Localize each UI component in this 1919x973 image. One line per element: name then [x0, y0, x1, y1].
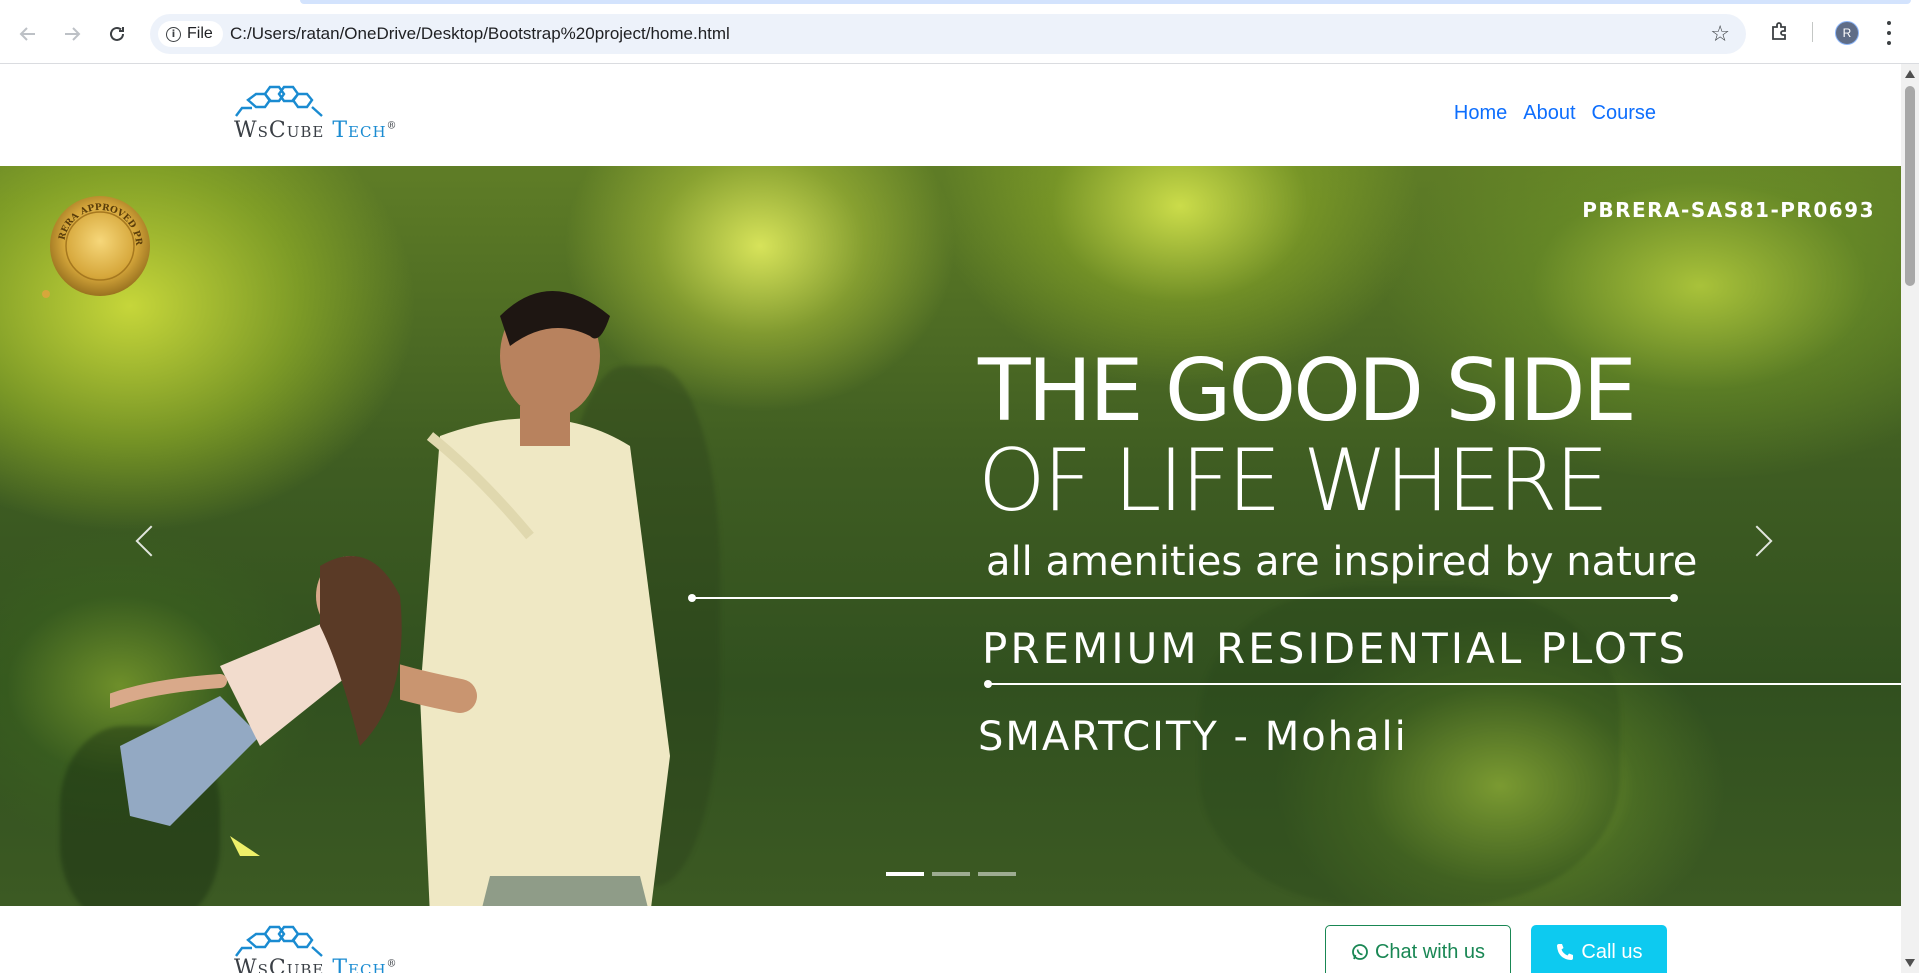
file-chip-label: File — [187, 25, 213, 42]
browser-toolbar: i File C:/Users/ratan/OneDrive/Desktop/B… — [0, 0, 1919, 64]
info-icon: i — [166, 26, 181, 42]
address-bar[interactable]: i File C:/Users/ratan/OneDrive/Desktop/B… — [150, 14, 1746, 54]
forward-button[interactable] — [58, 20, 86, 48]
chat-with-us-button[interactable]: Chat with us — [1325, 925, 1511, 973]
chevron-right-icon — [1741, 525, 1773, 557]
url-text[interactable]: C:/Users/ratan/OneDrive/Desktop/Bootstra… — [230, 24, 730, 44]
bookmark-star-icon[interactable]: ☆ — [1710, 21, 1730, 47]
chevron-left-icon — [135, 525, 167, 557]
carousel-indicators — [886, 872, 1016, 876]
footer-logo[interactable]: WsCube Tech® — [234, 920, 434, 973]
site-logo[interactable]: WsCube Tech® — [234, 80, 434, 152]
premium-plots-label: PREMIUM RESIDENTIAL PLOTS — [982, 624, 1689, 673]
scroll-down-arrow-icon[interactable] — [1905, 959, 1915, 967]
reload-button[interactable] — [103, 20, 131, 48]
carousel-indicator-2[interactable] — [932, 872, 970, 876]
page-viewport: WsCube Tech® Home About Course RERA APPR… — [0, 64, 1919, 973]
logo-wordmark: WsCube Tech® — [234, 118, 398, 143]
site-info-chip[interactable]: i File — [158, 21, 223, 47]
headline-line-1: THE GOOD SIDE — [978, 341, 1637, 441]
phone-icon — [1557, 944, 1574, 960]
location-label: SMARTCITY - Mohali — [978, 714, 1408, 760]
nav-link-home[interactable]: Home — [1454, 102, 1507, 125]
call-us-button[interactable]: Call us — [1531, 925, 1667, 973]
hero-carousel: RERA APPROVED PROJECT PBRERA-SAS81-PR069… — [0, 166, 1901, 906]
divider-line — [688, 594, 1678, 602]
carousel-indicator-1[interactable] — [886, 872, 924, 876]
carousel-indicator-3[interactable] — [978, 872, 1016, 876]
profile-avatar[interactable]: R — [1835, 21, 1859, 45]
man-figure-image — [400, 291, 670, 906]
rera-code-label: PBRERA-SAS81-PR0693 — [1582, 198, 1875, 222]
reload-icon — [110, 26, 124, 41]
page-scrollbar[interactable] — [1901, 64, 1919, 973]
arrow-left-icon — [19, 27, 35, 41]
main-nav: Home About Course — [1454, 102, 1656, 125]
nav-link-about[interactable]: About — [1523, 102, 1575, 125]
contact-bar: WsCube Tech® Chat with us Call us — [0, 906, 1901, 973]
whatsapp-icon — [1352, 944, 1368, 960]
site-header: WsCube Tech® Home About Course — [0, 64, 1901, 165]
scrollbar-thumb[interactable] — [1905, 86, 1915, 286]
arrow-right-icon — [65, 27, 81, 41]
nav-link-course[interactable]: Course — [1592, 102, 1656, 125]
divider-line — [984, 680, 1901, 688]
hero-subline: all amenities are inspired by nature — [986, 539, 1698, 585]
back-button[interactable] — [14, 20, 42, 48]
call-button-label: Call us — [1581, 940, 1643, 963]
tab-strip — [0, 0, 1919, 4]
carousel-next-button[interactable] — [1741, 522, 1782, 562]
hexagon-logo-icon — [235, 85, 323, 117]
extensions-icon[interactable] — [1768, 20, 1792, 44]
headline-line-2: OF LIFE WHERE — [978, 431, 1609, 531]
scroll-up-arrow-icon[interactable] — [1905, 70, 1915, 78]
carousel-prev-button[interactable] — [124, 522, 167, 562]
chat-button-label: Chat with us — [1374, 940, 1486, 963]
logo-wordmark: WsCube Tech® — [234, 956, 398, 973]
browser-menu-icon[interactable] — [1886, 21, 1892, 45]
hero-headline: THE GOOD SIDE OF LIFE WHERE — [978, 346, 1698, 526]
toolbar-divider — [1812, 22, 1813, 42]
rera-approved-seal: RERA APPROVED PROJECT — [42, 192, 150, 298]
